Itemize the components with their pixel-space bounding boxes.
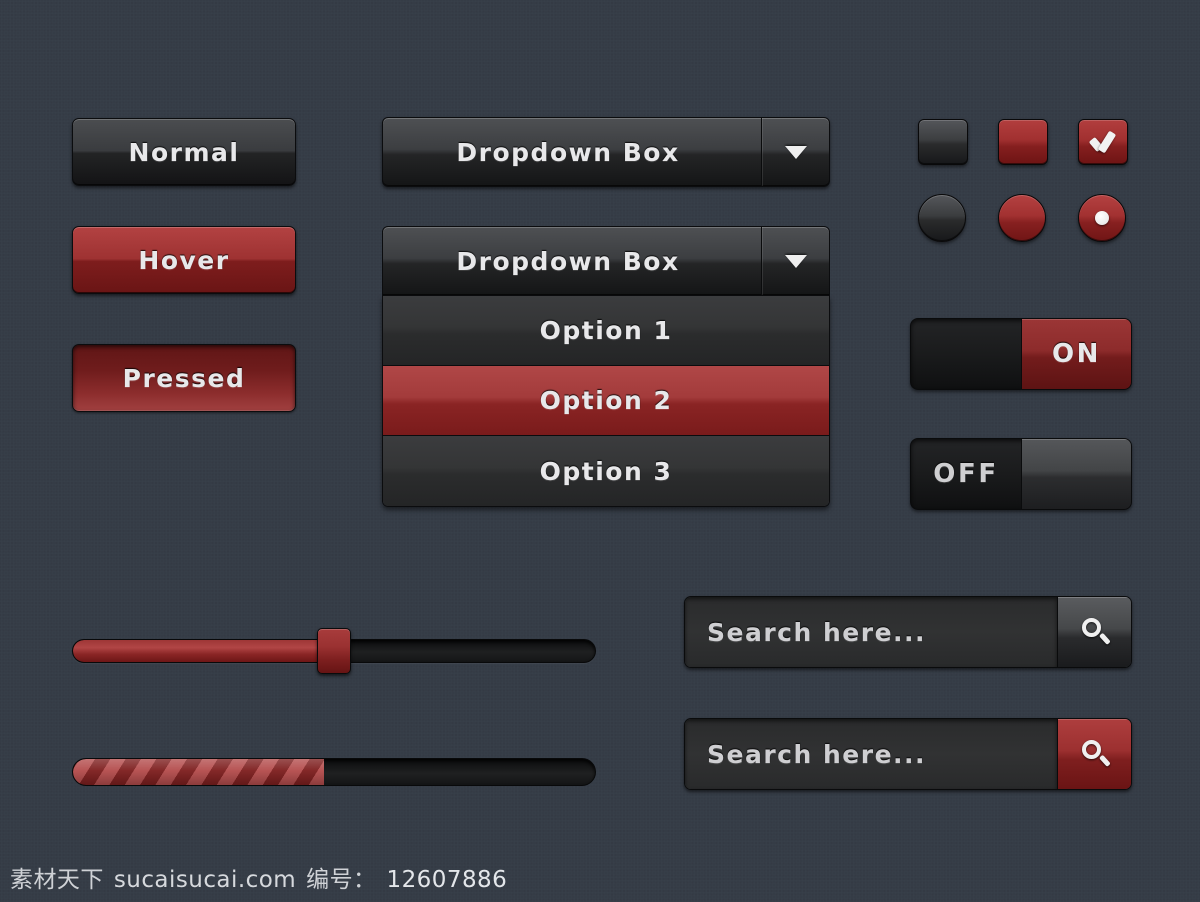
search-button-red[interactable] xyxy=(1057,719,1131,789)
toggle-off-knob[interactable] xyxy=(1021,439,1131,509)
dropdown-option-3[interactable]: Option 3 xyxy=(383,436,829,506)
dropdown-closed[interactable]: Dropdown Box xyxy=(382,117,830,187)
dropdown-open: Dropdown Box Option 1 Option 2 Option 3 xyxy=(382,226,830,507)
checkbox-unchecked-dark[interactable] xyxy=(918,119,968,165)
search-input-red[interactable]: Search here... xyxy=(685,719,1057,789)
dropdown-open-text: Dropdown Box xyxy=(383,227,761,295)
ui-kit-canvas: Normal Hover Pressed Dropdown Box Dropdo… xyxy=(0,0,1200,902)
button-pressed[interactable]: Pressed xyxy=(72,344,296,412)
toggle-off[interactable]: OFF xyxy=(910,438,1132,510)
search-input-red-placeholder: Search here... xyxy=(707,739,927,769)
radio-selected-red[interactable] xyxy=(1078,194,1126,242)
chevron-down-icon xyxy=(784,254,807,268)
dropdown-option-3-label: Option 3 xyxy=(539,456,673,486)
slider[interactable] xyxy=(72,628,596,674)
checkbox-checked-red[interactable] xyxy=(1078,119,1128,165)
dropdown-closed-label: Dropdown Box xyxy=(456,137,680,167)
button-pressed-label: Pressed xyxy=(122,363,246,393)
footer-watermark: 素材天下 sucaisucai.com 编号： 12607886 xyxy=(10,860,507,894)
toggle-off-label: OFF xyxy=(933,459,999,489)
dropdown-closed-arrow-button[interactable] xyxy=(761,118,829,186)
search-icon-handle xyxy=(1098,754,1111,767)
button-hover-label: Hover xyxy=(138,245,230,275)
dropdown-open-arrow-button[interactable] xyxy=(761,227,829,295)
dropdown-open-header[interactable]: Dropdown Box xyxy=(382,226,830,296)
radio-unselected-red[interactable] xyxy=(998,194,1046,242)
watermark-id-value: 12607886 xyxy=(386,867,508,893)
toggle-on-knob[interactable]: ON xyxy=(1021,319,1131,389)
radio-dot-icon xyxy=(1095,211,1109,225)
toggle-on-label: ON xyxy=(1051,339,1102,369)
button-normal[interactable]: Normal xyxy=(72,118,296,186)
toggle-on[interactable]: ON xyxy=(910,318,1132,390)
dropdown-option-1[interactable]: Option 1 xyxy=(383,296,829,366)
toggle-on-track xyxy=(911,319,1021,389)
toggle-off-track: OFF xyxy=(911,439,1021,509)
watermark-site-url: sucaisucai.com xyxy=(113,867,297,893)
watermark-site-name-cn: 素材天下 xyxy=(10,867,104,893)
search-icon xyxy=(1080,617,1111,647)
slider-fill xyxy=(73,640,334,662)
progress-bar-fill xyxy=(73,759,324,785)
dropdown-option-2-label: Option 2 xyxy=(539,386,673,415)
button-hover[interactable]: Hover xyxy=(72,226,296,294)
checkbox-unchecked-red[interactable] xyxy=(998,119,1048,165)
dropdown-closed-text: Dropdown Box xyxy=(383,118,761,186)
search-box-red: Search here... xyxy=(684,718,1132,790)
watermark-id-label: 编号： xyxy=(306,867,377,893)
check-icon xyxy=(1089,131,1117,153)
dropdown-open-label: Dropdown Box xyxy=(456,246,680,276)
progress-bar xyxy=(72,758,596,786)
search-input-gray[interactable]: Search here... xyxy=(685,597,1057,667)
search-box-gray: Search here... xyxy=(684,596,1132,668)
search-icon-lens xyxy=(1081,618,1101,637)
dropdown-option-2[interactable]: Option 2 xyxy=(383,366,829,436)
dropdown-option-list: Option 1 Option 2 Option 3 xyxy=(382,296,830,507)
button-normal-label: Normal xyxy=(128,137,240,167)
search-icon-handle xyxy=(1098,632,1111,645)
radio-unselected-dark[interactable] xyxy=(918,194,966,242)
search-icon xyxy=(1080,739,1111,769)
chevron-down-icon xyxy=(784,145,807,159)
search-input-gray-placeholder: Search here... xyxy=(707,617,927,647)
search-icon-lens xyxy=(1081,740,1101,759)
slider-handle[interactable] xyxy=(317,628,351,674)
dropdown-option-1-label: Option 1 xyxy=(539,316,673,345)
search-button-gray[interactable] xyxy=(1057,597,1131,667)
